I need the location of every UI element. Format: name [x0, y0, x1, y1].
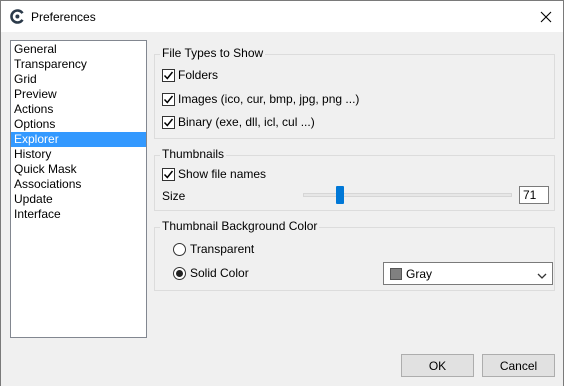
folders-checkbox[interactable]	[162, 68, 175, 82]
preferences-dialog: Preferences General Transparency Grid Previ…	[0, 0, 564, 386]
sidebar-item-update[interactable]: Update	[11, 192, 146, 207]
thumbnails-group: Thumbnails Show file names Size 71	[154, 147, 555, 211]
sidebar-item-actions[interactable]: Actions	[11, 102, 146, 117]
size-value-field[interactable]: 71	[519, 186, 549, 204]
sidebar-item-general[interactable]: General	[11, 42, 146, 57]
transparent-radio[interactable]	[173, 242, 186, 256]
checkmark-icon	[163, 95, 174, 104]
sidebar-item-options[interactable]: Options	[11, 117, 146, 132]
file-types-group: File Types to Show Folders Images (ico, …	[154, 46, 555, 139]
sidebar-item-grid[interactable]: Grid	[11, 72, 146, 87]
solid-color-label: Solid Color	[190, 266, 249, 280]
solid-color-radio[interactable]	[173, 266, 186, 280]
close-icon	[540, 11, 552, 22]
chevron-down-icon	[537, 269, 547, 283]
size-label: Size	[162, 189, 186, 203]
sidebar-item-transparency[interactable]: Transparency	[11, 57, 146, 72]
color-dropdown[interactable]: Gray	[383, 262, 553, 285]
checkmark-icon	[163, 71, 174, 80]
background-color-group: Thumbnail Background Color Transparent S…	[154, 219, 555, 291]
transparent-option[interactable]: Transparent	[173, 242, 254, 256]
binary-checkbox[interactable]	[162, 115, 175, 129]
binary-option[interactable]: Binary (exe, dll, icl, cul ...)	[162, 115, 315, 129]
title-bar: Preferences	[1, 1, 563, 32]
show-file-names-option[interactable]: Show file names	[162, 167, 266, 181]
file-types-title: File Types to Show	[160, 46, 266, 60]
solid-color-option[interactable]: Solid Color	[173, 266, 249, 280]
background-color-title: Thumbnail Background Color	[160, 219, 320, 233]
color-swatch	[390, 268, 402, 280]
color-dropdown-value: Gray	[406, 267, 433, 281]
images-label: Images (ico, cur, bmp, jpg, png ...)	[178, 92, 360, 106]
checkmark-icon	[163, 170, 174, 179]
sidebar-item-history[interactable]: History	[11, 147, 146, 162]
app-logo-icon	[10, 9, 25, 24]
sidebar-item-explorer[interactable]: Explorer	[11, 132, 146, 147]
folders-option[interactable]: Folders	[162, 68, 218, 82]
sidebar-item-preview[interactable]: Preview	[11, 87, 146, 102]
sidebar-item-associations[interactable]: Associations	[11, 177, 146, 192]
transparent-label: Transparent	[190, 242, 255, 256]
sidebar-item-interface[interactable]: Interface	[11, 207, 146, 222]
folders-label: Folders	[178, 68, 219, 82]
sidebar-item-quick-mask[interactable]: Quick Mask	[11, 162, 146, 177]
thumbnails-title: Thumbnails	[160, 147, 227, 161]
close-button[interactable]	[529, 1, 563, 32]
dialog-footer	[1, 346, 563, 386]
window-title: Preferences	[31, 10, 96, 24]
binary-label: Binary (exe, dll, icl, cul ...)	[178, 115, 315, 129]
images-checkbox[interactable]	[162, 92, 175, 106]
checkmark-icon	[163, 118, 174, 127]
ok-button[interactable]: OK	[401, 354, 474, 377]
radio-selected-dot	[176, 269, 183, 277]
size-row: Size	[162, 189, 185, 203]
show-file-names-label: Show file names	[178, 167, 267, 181]
cancel-button[interactable]: Cancel	[482, 354, 555, 377]
size-slider-track[interactable]	[303, 193, 512, 197]
size-slider-thumb[interactable]	[336, 186, 345, 204]
category-list: General Transparency Grid Preview Actions Opt…	[10, 40, 147, 338]
show-file-names-checkbox[interactable]	[162, 167, 175, 181]
images-option[interactable]: Images (ico, cur, bmp, jpg, png ...)	[162, 92, 359, 106]
